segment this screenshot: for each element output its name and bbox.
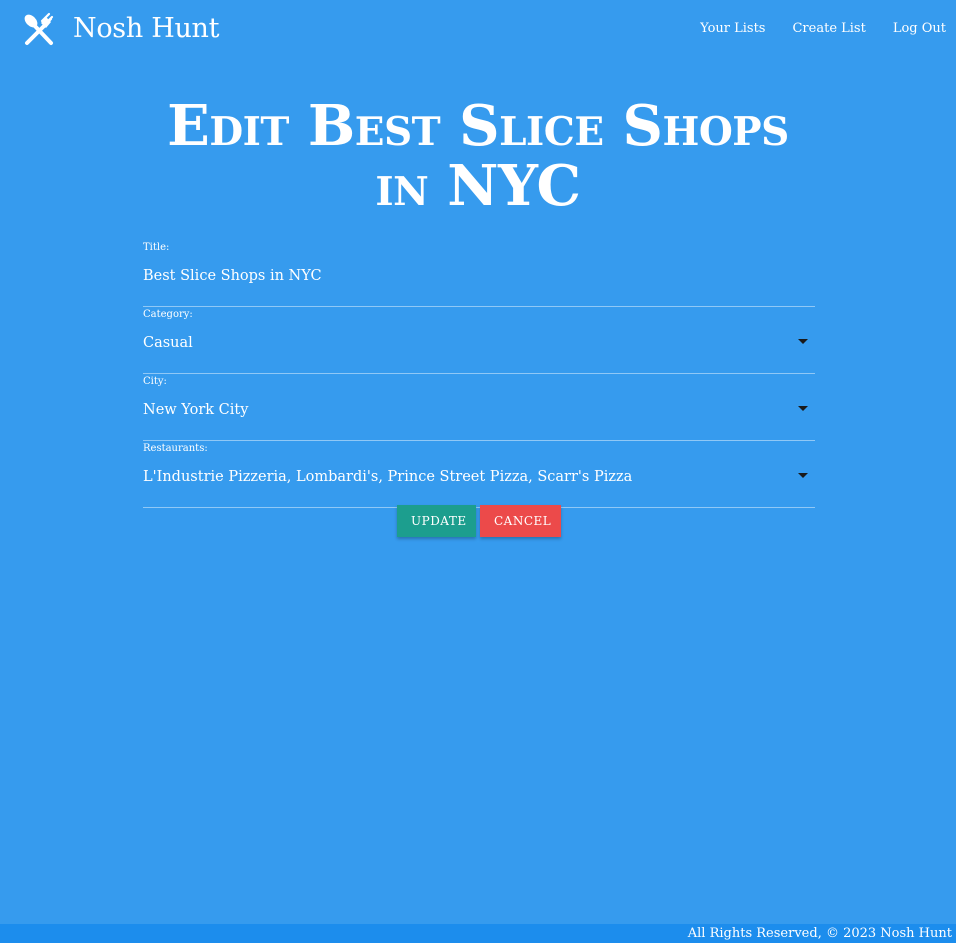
brand-name: Nosh Hunt xyxy=(73,13,220,44)
nav-link-create-list[interactable]: Create List xyxy=(792,20,865,38)
restaurants-dropdown-icon[interactable] xyxy=(798,473,808,478)
restaurants-select[interactable]: L'Industrie Pizzeria, Lombardi's, Prince… xyxy=(143,467,783,487)
category-field[interactable]: Category: Casual xyxy=(143,307,815,374)
title-input[interactable] xyxy=(143,266,783,286)
category-dropdown-icon[interactable] xyxy=(798,339,808,344)
nav-link-log-out[interactable]: Log Out xyxy=(893,20,946,38)
fork-spoon-icon xyxy=(22,12,56,46)
category-select[interactable]: Casual xyxy=(143,333,783,353)
city-select[interactable]: New York City xyxy=(143,400,783,420)
city-label: City: xyxy=(143,376,167,387)
brand-link[interactable]: Nosh Hunt xyxy=(22,8,219,50)
restaurants-label: Restaurants: xyxy=(143,443,208,454)
page: Nosh Hunt Your Lists Create List Log Out… xyxy=(0,0,956,943)
city-dropdown-icon[interactable] xyxy=(798,406,808,411)
category-label: Category: xyxy=(143,309,193,320)
update-button[interactable]: Update xyxy=(397,505,476,537)
footer-copyright: All Rights Reserved, © 2023 Nosh Hunt xyxy=(687,926,952,941)
navbar: Nosh Hunt Your Lists Create List Log Out xyxy=(0,0,956,58)
title-field: Title: xyxy=(143,240,815,307)
footer: All Rights Reserved, © 2023 Nosh Hunt xyxy=(0,924,956,943)
city-field[interactable]: City: New York City xyxy=(143,374,815,441)
nav-link-your-lists[interactable]: Your Lists xyxy=(700,20,765,38)
form-actions: Update Cancel xyxy=(397,505,561,537)
restaurants-field[interactable]: Restaurants: L'Industrie Pizzeria, Lomba… xyxy=(143,441,815,508)
edit-list-form: Title: Category: Casual City: New York C… xyxy=(143,240,815,508)
cancel-button[interactable]: Cancel xyxy=(480,505,561,537)
nav-links: Your Lists Create List Log Out xyxy=(700,20,946,38)
page-title: Edit Best Slice Shops in NYC xyxy=(167,93,789,219)
title-label: Title: xyxy=(143,242,170,253)
